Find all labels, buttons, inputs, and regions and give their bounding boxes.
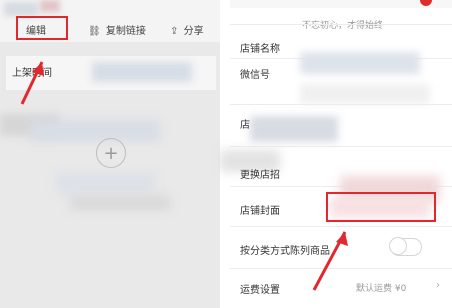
wechat-label[interactable]: 微信号	[240, 66, 270, 81]
plus-circle-icon[interactable]: +	[96, 138, 126, 168]
divider	[230, 24, 452, 25]
divider	[230, 268, 452, 269]
shipping-value: 默认运费 ¥0	[356, 284, 407, 294]
share-label: 分享	[183, 26, 204, 37]
divider	[230, 104, 452, 105]
store-row-label[interactable]: 店	[240, 116, 250, 131]
copy-link-label: 复制链接	[105, 26, 146, 37]
blurred-region	[30, 120, 160, 142]
top-cap	[230, 0, 452, 8]
share-icon: ⇪	[170, 26, 179, 37]
copy-link-button[interactable]: ⛓ 复制链接	[88, 22, 146, 37]
toggle-knob	[389, 237, 407, 255]
blurred-region	[92, 62, 192, 82]
cover-highlight-box	[326, 192, 436, 222]
store-name-label[interactable]: 店铺名称	[240, 40, 280, 55]
share-button[interactable]: ⇪ 分享	[170, 22, 204, 37]
edit-button[interactable]: 编辑	[26, 22, 46, 37]
shelf-time-label: 上架时间	[12, 68, 52, 79]
edit-label: 编辑	[26, 26, 46, 37]
blurred-region	[300, 84, 430, 104]
change-banner-label[interactable]: 更换店招	[240, 166, 280, 181]
shipping-label[interactable]: 运费设置	[240, 281, 280, 296]
blurred-region	[300, 52, 420, 74]
divider	[230, 146, 452, 147]
store-cover-label[interactable]: 店铺封面	[240, 202, 280, 217]
blurred-region	[70, 196, 170, 210]
link-icon: ⛓	[88, 26, 101, 37]
category-display-label: 按分类方式陈列商品	[240, 246, 330, 257]
blurred-region	[56, 172, 156, 194]
blurred-region	[40, 0, 60, 12]
blurred-region	[4, 2, 38, 16]
divider	[230, 226, 452, 227]
blurred-region	[250, 116, 338, 142]
chevron-right-icon: ›	[436, 280, 440, 291]
